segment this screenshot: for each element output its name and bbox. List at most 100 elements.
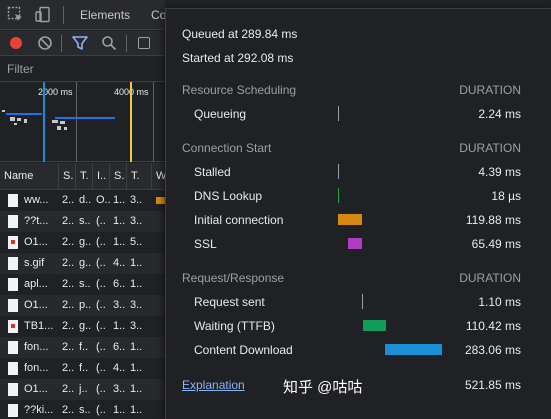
tab-console[interactable]: Co — [151, 8, 165, 22]
table-row[interactable]: TB1... 2.. g.. (.. 1.. 3.. — [0, 316, 165, 337]
network-overview: 2000 ms 4000 ms — [0, 82, 165, 162]
row-cell: (.. — [96, 362, 106, 374]
document-file-icon — [8, 299, 18, 312]
row-cell: 1.. — [113, 194, 126, 206]
table-row[interactable]: ww... 2.. d.. O.. 1.. 3.. — [0, 190, 165, 211]
row-waterfall-bar — [156, 197, 165, 204]
row-cell: f.. — [79, 362, 89, 374]
section-title: Connection Start — [182, 141, 272, 155]
row-cell: 1.. — [113, 215, 126, 227]
filter-input[interactable] — [0, 57, 165, 81]
column-header-status[interactable]: S. — [59, 163, 76, 190]
table-row[interactable]: s.gif 2.. g.. (.. 4.. 1.. — [0, 253, 165, 274]
timing-label: Stalled — [194, 165, 231, 179]
timing-value: 1.10 ms — [478, 295, 521, 309]
document-file-icon — [8, 404, 18, 417]
timing-label: Content Download — [194, 343, 293, 357]
column-header-waterfall[interactable]: W — [152, 163, 165, 190]
image-file-icon — [8, 236, 18, 249]
timing-value: 4.39 ms — [478, 165, 521, 179]
section-title: Resource Scheduling — [182, 83, 297, 97]
row-cell: s.. — [79, 215, 91, 227]
watermark-text: 知乎 @咕咕 — [283, 379, 363, 396]
document-file-icon — [8, 341, 18, 354]
table-row[interactable]: apl... 2.. s.. (.. 6.. 1.. — [0, 274, 165, 295]
row-cell: 2.. — [62, 299, 75, 311]
row-cell: (.. — [96, 320, 106, 332]
clear-icon[interactable] — [36, 34, 54, 52]
row-cell: 3.. — [130, 320, 143, 332]
row-cell: 5.. — [130, 236, 143, 248]
document-file-icon — [8, 383, 18, 396]
preserve-log-checkbox[interactable] — [138, 37, 150, 49]
inspect-element-icon[interactable] — [7, 6, 25, 24]
row-cell: 2.. — [62, 194, 75, 206]
overview-waterfall — [2, 82, 132, 162]
row-cell: 2.. — [62, 341, 75, 353]
row-cell: 1.. — [113, 320, 126, 332]
row-cell: 2.. — [62, 278, 75, 290]
row-name: O1... — [24, 236, 48, 248]
device-toolbar-icon[interactable] — [34, 6, 52, 24]
column-header-size[interactable]: S. — [110, 163, 127, 190]
row-cell: 6.. — [113, 278, 126, 290]
total-duration: 521.85 ms — [464, 378, 521, 392]
timing-value: 110.42 ms — [465, 319, 521, 333]
row-name: apl... — [24, 278, 48, 290]
column-header-initiator[interactable]: I.. — [93, 163, 110, 190]
filter-icon[interactable] — [71, 34, 89, 52]
timing-label: Initial connection — [194, 213, 284, 227]
overview-bar — [10, 117, 15, 121]
record-icon[interactable] — [7, 34, 25, 52]
overview-bar — [6, 113, 42, 115]
timing-label: Queueing — [194, 107, 247, 121]
row-cell: (.. — [96, 236, 106, 248]
row-cell: 2.. — [62, 404, 75, 416]
dom-content-loaded-marker — [43, 82, 45, 162]
explanation-link[interactable]: Explanation — [182, 378, 245, 392]
toolbar-divider — [61, 35, 62, 52]
row-cell: 2.. — [62, 236, 75, 248]
timing-value: 18 µs — [491, 189, 521, 203]
filter-bar — [0, 57, 165, 82]
table-row[interactable]: ??ki... 2.. s.. (.. 1.. 1.. — [0, 400, 165, 419]
load-marker — [130, 82, 132, 162]
table-row[interactable]: O1... 2.. j.. (.. 3.. 1.. — [0, 379, 165, 400]
timing-bar — [363, 320, 386, 331]
table-row[interactable]: fon... 2.. f.. (.. 6.. 1.. — [0, 337, 165, 358]
overview-bar — [17, 118, 21, 121]
table-row[interactable]: O1... 2.. p.. (.. 3.. 3.. — [0, 295, 165, 316]
queued-at-text: Queued at 289.84 ms — [182, 27, 298, 41]
table-row[interactable]: fon... 2.. f.. (.. 4.. 1.. — [0, 358, 165, 379]
timing-label: DNS Lookup — [194, 189, 263, 203]
network-toolbar — [0, 31, 165, 56]
timing-label: Waiting (TTFB) — [194, 319, 275, 333]
devtools-network-panel: Elements Co 2000 ms 4000 ms — [0, 0, 165, 419]
table-row[interactable]: ??t... 2.. s.. (.. 1.. 3.. — [0, 211, 165, 232]
timing-value: 2.24 ms — [478, 107, 521, 121]
request-table-header: Name S. T. I.. S. T. W — [0, 163, 165, 190]
row-cell: g.. — [79, 320, 92, 332]
table-row[interactable]: O1... 2.. g.. (.. 1.. 5.. — [0, 232, 165, 253]
row-cell: 3.. — [130, 194, 143, 206]
duration-header: DURATION — [459, 141, 521, 155]
row-cell: j.. — [79, 383, 88, 395]
tab-elements[interactable]: Elements — [80, 8, 130, 22]
column-header-type[interactable]: T. — [76, 163, 93, 190]
row-name: fon... — [24, 362, 49, 374]
row-cell: (.. — [96, 278, 106, 290]
search-icon[interactable] — [100, 34, 118, 52]
row-cell: g.. — [79, 257, 92, 269]
timing-label: Request sent — [194, 295, 265, 309]
timing-value: 283.06 ms — [464, 343, 521, 357]
timing-bar — [362, 294, 363, 309]
document-file-icon — [8, 362, 18, 375]
overview-bar — [57, 126, 61, 130]
row-name: TB1... — [24, 320, 54, 332]
row-cell: s.. — [79, 404, 91, 416]
row-cell: 4.. — [113, 257, 126, 269]
timing-value: 65.49 ms — [471, 237, 521, 251]
column-header-name[interactable]: Name — [0, 163, 59, 190]
row-cell: 1.. — [130, 341, 143, 353]
column-header-time[interactable]: T. — [127, 163, 152, 190]
